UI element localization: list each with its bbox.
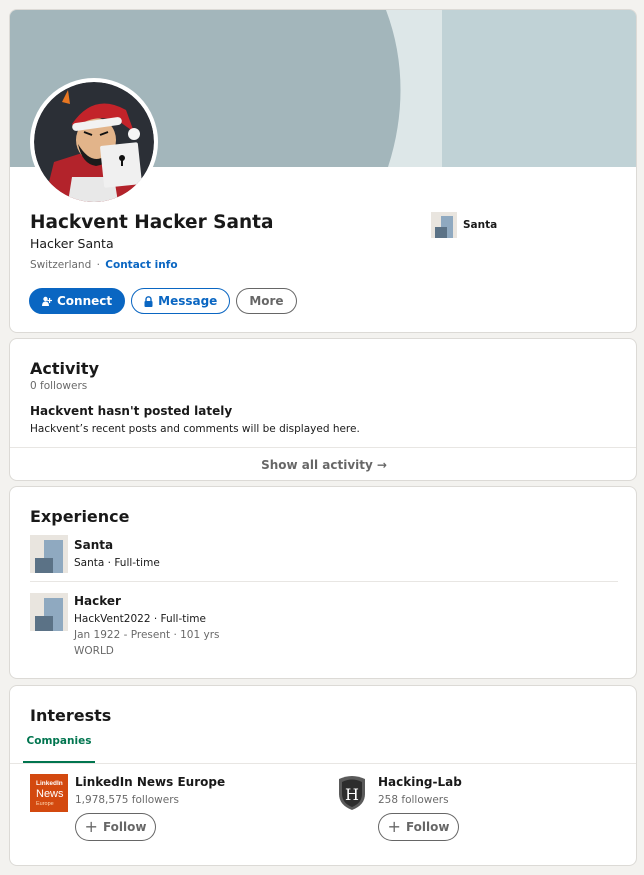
experience-company: Santa · Full-time [74,557,160,569]
profile-name: Hackvent Hacker Santa [30,212,274,233]
contact-info-link[interactable]: Contact info [105,259,177,271]
add-person-icon [42,296,52,307]
interest-followers: 258 followers [378,794,449,806]
current-company-name: Santa [463,219,498,231]
interest-name: Hacking-Lab [378,775,462,789]
follow-button[interactable]: + Follow [75,813,156,841]
profile-actions: Connect Message More [29,288,297,314]
follow-label: Follow [405,820,450,834]
interest-name: LinkedIn News Europe [75,775,226,789]
profile-location: Switzerland [30,259,92,271]
arrow-right-icon: → [376,458,387,472]
activity-card: Activity 0 followers Hackvent hasn't pos… [9,338,637,481]
show-all-activity-button[interactable]: Show all activity → [10,448,636,480]
follow-label: Follow [102,820,147,834]
tab-companies-label: Companies [26,735,92,747]
location-row: Switzerland · Contact info [30,259,178,271]
divider [30,581,618,582]
separator-dot: · [96,259,100,271]
logo-text-europe: Europe [36,801,54,807]
experience-location: WORLD [74,645,114,657]
profile-headline: Hacker Santa [30,236,114,251]
message-button[interactable]: Message [131,288,231,314]
empty-activity-title: Hackvent hasn't posted lately [30,404,233,418]
interests-card: Interests Companies LinkedIn News Europe… [9,685,637,866]
show-all-label: Show all activity [261,458,373,472]
company-logo-icon [30,593,68,631]
hacking-lab-logo: H [333,774,371,812]
lock-icon [144,295,153,307]
logo-text-news: News [36,788,64,800]
experience-company: HackVent2022 · Full-time [74,613,206,625]
experience-dates: Jan 1922 - Present · 101 yrs [74,629,220,641]
experience-card: Experience Santa Santa · Full-time Hacke… [9,486,637,679]
empty-activity-description: Hackvent’s recent posts and comments wil… [30,423,360,435]
plus-icon: + [387,817,401,836]
linkedin-news-logo: LinkedIn News Europe [30,774,68,812]
company-logo-icon [431,212,457,238]
message-label: Message [158,294,218,308]
interests-title: Interests [30,706,112,725]
hacking-lab-letter: H [345,785,359,804]
connect-button[interactable]: Connect [29,288,126,314]
experience-title-text: Hacker [74,594,121,608]
logo-text-linkedin: LinkedIn [36,780,63,787]
follow-button[interactable]: + Follow [378,813,459,841]
experience-title-text: Santa [74,538,114,552]
experience-title: Experience [30,507,130,526]
activity-title: Activity [30,359,99,378]
current-company[interactable]: Santa [431,212,497,238]
followers-count: 0 followers [30,380,88,392]
plus-icon: + [84,817,98,836]
profile-card: Hackvent Hacker Santa Hacker Santa Switz… [9,9,637,333]
interest-followers: 1,978,575 followers [75,794,179,806]
tab-companies[interactable]: Companies [23,726,95,763]
profile-avatar[interactable] [30,78,158,206]
tabs-divider [10,763,636,764]
more-button[interactable]: More [236,288,297,314]
company-logo-icon [30,535,68,573]
connect-label: Connect [57,294,113,308]
more-label: More [249,294,284,308]
